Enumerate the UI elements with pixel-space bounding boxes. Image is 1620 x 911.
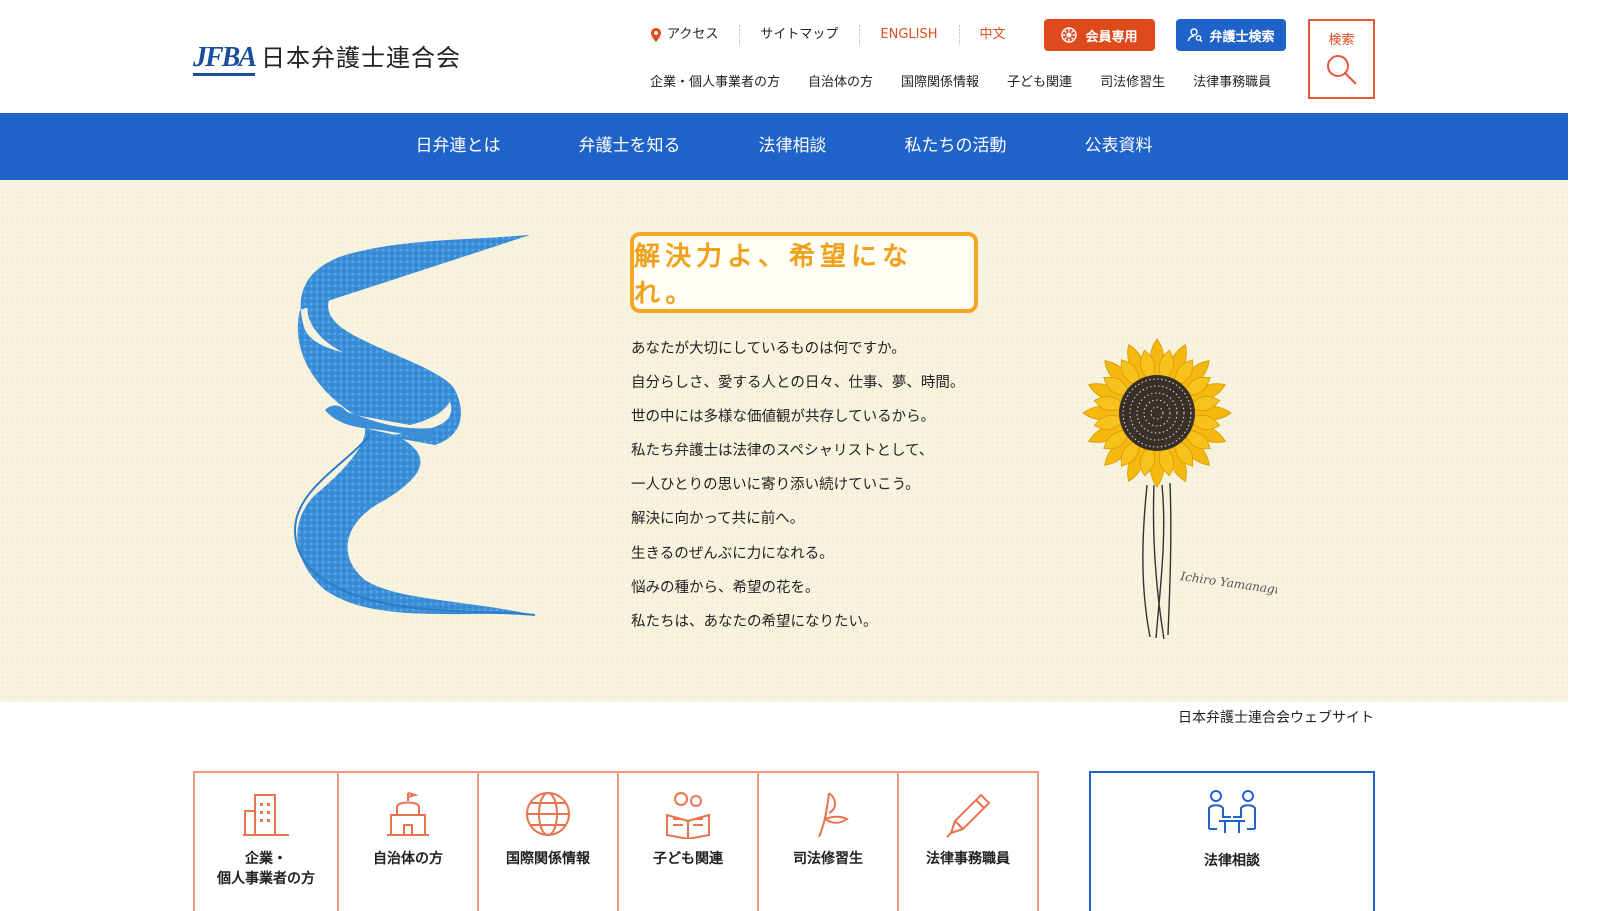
poem-line: 世の中には多様な価値観が共存しているから。 <box>631 409 936 426</box>
tile-business[interactable]: 企業・ 個人事業者の方 <box>193 771 339 911</box>
util-link-english[interactable]: ENGLISH <box>859 19 958 51</box>
audience-link-trainee[interactable]: 司法修習生 <box>1086 72 1179 94</box>
poem-line: 生きるのぜんぶに力になれる。 <box>631 545 834 562</box>
hero-poem: あなたが大切にしているものは何ですか。 自分らしさ、愛する人との日々、仕事、夢、… <box>631 337 964 644</box>
search-button[interactable]: 検索 <box>1308 19 1375 99</box>
lawyer-search-label: 弁護士検索 <box>1209 29 1275 45</box>
tile-label: 法律相談 <box>1204 853 1260 869</box>
poem-line: 私たち弁護士は法律のスペシャリストとして、 <box>631 443 934 460</box>
poem-line: あなたが大切にしているものは何ですか。 <box>631 341 906 357</box>
audience-tiles: 企業・ 個人事業者の方 自治体の方 国際関係情報 子ども関連 司法修習生 法律事… <box>193 771 1039 911</box>
tile-label: 法律事務職員 <box>926 851 1010 867</box>
util-link-sitemap[interactable]: サイトマップ <box>739 19 859 51</box>
tagline-box: 解決力よ、希望になれ。 <box>630 232 978 313</box>
util-link-access[interactable]: アクセス <box>630 19 739 51</box>
search-label: 検索 <box>1328 33 1355 48</box>
utility-nav: アクセス サイトマップ ENGLISH 中文 <box>630 19 1027 51</box>
tile-international[interactable]: 国際関係情報 <box>477 771 619 911</box>
pencil-icon <box>946 793 991 838</box>
site-caption: 日本弁護士連合会ウェブサイト <box>1178 710 1374 726</box>
tile-legal-consultation[interactable]: 法律相談 <box>1089 771 1375 911</box>
tile-label: 自治体の方 <box>373 851 443 867</box>
tagline-text: 解決力よ、希望になれ。 <box>634 241 914 309</box>
nav-item-activities[interactable]: 私たちの活動 <box>866 113 1046 180</box>
audience-link-international[interactable]: 国際関係情報 <box>887 72 993 94</box>
town-hall-icon <box>387 792 429 836</box>
hero-banner: 解決力よ、希望になれ。 あなたが大切にしているものは何ですか。 自分らしさ、愛す… <box>0 180 1568 702</box>
nav-item-lawyers[interactable]: 弁護士を知る <box>540 113 720 180</box>
site-logo[interactable]: JFBA 日本弁護士連合会 <box>193 40 461 76</box>
consultation-icon <box>1208 790 1256 833</box>
child-reading-icon <box>666 792 710 839</box>
nav-item-publications[interactable]: 公表資料 <box>1046 113 1192 180</box>
audience-link-staff[interactable]: 法律事務職員 <box>1179 72 1285 94</box>
tile-children[interactable]: 子ども関連 <box>617 771 759 911</box>
nav-item-about[interactable]: 日弁連とは <box>377 113 540 180</box>
artist-signature: Ichiro Yamanaguchi <box>1179 569 1277 600</box>
building-icon <box>243 794 289 836</box>
tile-staff[interactable]: 法律事務職員 <box>897 771 1039 911</box>
bird-river-illustration <box>293 235 536 616</box>
lawyer-search-button[interactable]: 弁護士検索 <box>1176 19 1286 51</box>
poem-line: 自分らしさ、愛する人との日々、仕事、夢、時間。 <box>631 375 965 392</box>
globe-icon <box>526 792 570 836</box>
util-link-label: アクセス <box>667 27 719 42</box>
poem-line: 一人ひとりの思いに寄り添い続けていこう。 <box>631 477 920 494</box>
util-link-chinese[interactable]: 中文 <box>958 19 1027 51</box>
audience-link-municipality[interactable]: 自治体の方 <box>794 72 887 94</box>
sunflower-illustration: Ichiro Yamanaguchi <box>1082 338 1277 640</box>
member-only-label: 会員専用 <box>1085 29 1138 45</box>
tile-trainee[interactable]: 司法修習生 <box>757 771 899 911</box>
audience-nav: 企業・個人事業者の方 自治体の方 国際関係情報 子ども関連 司法修習生 法律事務… <box>636 72 1285 94</box>
site-header: JFBA 日本弁護士連合会 アクセス サイトマップ ENGLISH 中文 会員専… <box>0 0 1568 113</box>
tile-label: 企業・ 個人事業者の方 <box>217 851 315 887</box>
tile-label: 子ども関連 <box>653 851 723 867</box>
audience-link-business[interactable]: 企業・個人事業者の方 <box>636 72 794 94</box>
tile-municipality[interactable]: 自治体の方 <box>337 771 479 911</box>
audience-link-children[interactable]: 子ども関連 <box>993 72 1086 94</box>
tile-label: 司法修習生 <box>793 851 863 867</box>
sunflower-badge-icon <box>1061 27 1078 43</box>
poem-line: 解決に向かって共に前へ。 <box>631 511 805 528</box>
logo-mark: JFBA <box>193 40 257 76</box>
person-search-icon <box>1188 28 1203 43</box>
poem-line: 私たちは、あなたの希望になりたい。 <box>631 613 878 630</box>
map-pin-icon <box>651 28 661 42</box>
tile-label: 国際関係情報 <box>506 851 590 867</box>
global-nav: 日弁連とは 弁護士を知る 法律相談 私たちの活動 公表資料 <box>0 113 1568 180</box>
poem-line: 悩みの種から、希望の花を。 <box>631 579 820 596</box>
search-icon <box>1326 55 1357 85</box>
logo-text: 日本弁護士連合会 <box>261 44 462 72</box>
nav-item-consultation[interactable]: 法律相談 <box>720 113 866 180</box>
member-only-button[interactable]: 会員専用 <box>1044 19 1155 51</box>
sprout-icon <box>818 792 849 838</box>
